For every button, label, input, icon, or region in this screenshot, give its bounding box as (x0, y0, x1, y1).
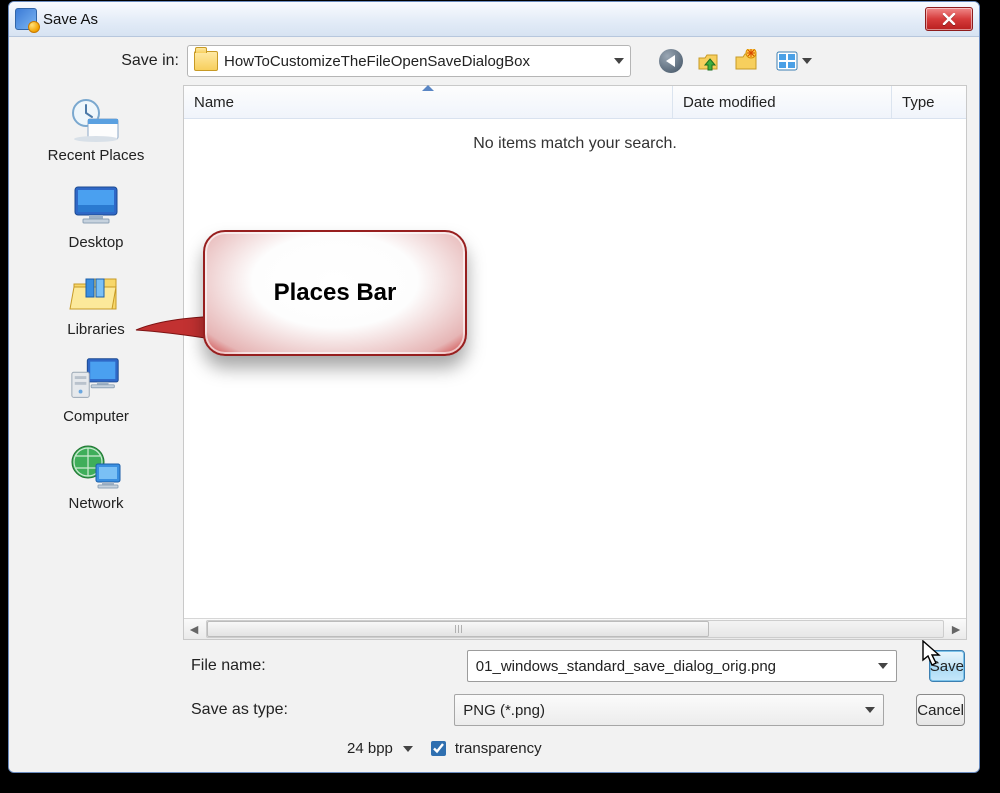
save-in-row: Save in: HowToCustomizeTheFileOpenSaveDi… (9, 37, 979, 85)
callout-annotation: Places Bar (203, 230, 467, 356)
folder-up-icon (696, 49, 722, 73)
new-folder-icon (733, 49, 761, 73)
cancel-button-label: Cancel (917, 702, 964, 719)
recent-places-icon (68, 95, 124, 143)
transparency-checkbox[interactable]: transparency (427, 738, 542, 759)
view-icon (776, 51, 798, 71)
chevron-down-icon (878, 663, 888, 669)
empty-message: No items match your search. (184, 119, 966, 169)
close-button[interactable] (925, 7, 973, 31)
column-label: Date modified (683, 94, 776, 111)
places-item-label: Recent Places (21, 147, 171, 164)
places-item-desktop[interactable]: Desktop (21, 176, 171, 263)
app-icon (15, 8, 37, 30)
save-type-combo[interactable]: PNG (*.png) (454, 694, 884, 726)
file-name-value: 01_windows_standard_save_dialog_orig.png (476, 658, 870, 675)
cursor-icon (922, 640, 944, 668)
bpp-combo[interactable]: 24 bpp (347, 740, 413, 757)
places-item-label: Computer (21, 408, 171, 425)
scrollbar-track[interactable] (206, 620, 944, 638)
up-one-level-button[interactable] (695, 47, 723, 75)
chevron-down-icon (802, 58, 812, 64)
save-type-value: PNG (*.png) (463, 702, 857, 719)
chevron-down-icon (865, 707, 875, 713)
column-header-date[interactable]: Date modified (673, 86, 892, 118)
computer-icon (68, 356, 124, 404)
back-arrow-icon (659, 49, 683, 73)
file-name-label: File name: (9, 657, 451, 675)
new-folder-button[interactable] (733, 47, 761, 75)
sort-ascending-icon (422, 85, 434, 91)
view-menu-button[interactable] (771, 48, 817, 74)
column-header-type[interactable]: Type (892, 86, 966, 118)
file-list-body[interactable]: No items match your search. (184, 119, 966, 618)
chevron-down-icon (614, 58, 624, 64)
back-button[interactable] (657, 47, 685, 75)
callout-text: Places Bar (274, 279, 397, 307)
column-label: Type (902, 94, 935, 111)
close-icon (942, 13, 956, 25)
transparency-label: transparency (455, 740, 542, 757)
column-headers: Name Date modified Type (184, 86, 966, 119)
column-header-name[interactable]: Name (184, 86, 673, 118)
horizontal-scrollbar[interactable]: ◄ ► (184, 618, 966, 639)
column-label: Name (194, 94, 234, 111)
places-item-network[interactable]: Network (21, 437, 171, 524)
scroll-right-icon[interactable]: ► (946, 620, 966, 638)
save-in-combo[interactable]: HowToCustomizeTheFileOpenSaveDialogBox (187, 45, 631, 77)
file-name-input[interactable]: 01_windows_standard_save_dialog_orig.png (467, 650, 897, 682)
transparency-checkbox-input[interactable] (431, 741, 446, 756)
scroll-left-icon[interactable]: ◄ (184, 620, 204, 638)
file-list: Name Date modified Type No items match y… (183, 85, 967, 640)
save-in-label: Save in: (9, 52, 179, 70)
window-title: Save As (43, 11, 98, 28)
places-item-label: Desktop (21, 234, 171, 251)
save-type-label: Save as type: (9, 701, 438, 719)
places-item-label: Network (21, 495, 171, 512)
cancel-button[interactable]: Cancel (916, 694, 965, 726)
places-item-recent[interactable]: Recent Places (21, 89, 171, 176)
save-in-value: HowToCustomizeTheFileOpenSaveDialogBox (224, 53, 608, 70)
network-icon (68, 442, 124, 492)
title-bar[interactable]: Save As (9, 2, 979, 37)
libraries-icon (68, 269, 124, 317)
save-as-dialog: Save As Save in: HowToCustomizeTheFileOp… (8, 1, 980, 773)
places-bar: Recent Places Desktop (15, 85, 177, 640)
scrollbar-thumb[interactable] (207, 621, 709, 637)
chevron-down-icon (403, 746, 413, 752)
bpp-value: 24 bpp (347, 740, 393, 757)
folder-icon (194, 51, 218, 71)
places-item-computer[interactable]: Computer (21, 350, 171, 437)
desktop-icon (69, 183, 123, 229)
